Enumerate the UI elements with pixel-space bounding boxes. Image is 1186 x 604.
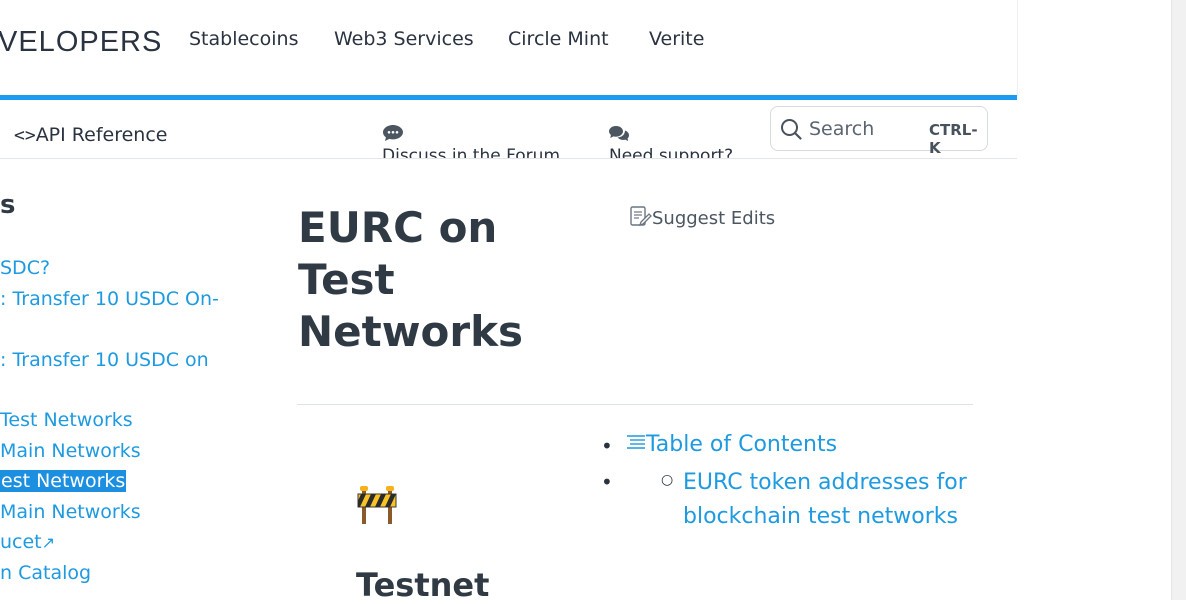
nav-verite[interactable]: Verite (649, 28, 704, 50)
sidebar-item-catalog[interactable]: n Catalog (0, 562, 91, 584)
nav-web3-services[interactable]: Web3 Services (334, 28, 474, 50)
sidebar-item-usdc-test-networks[interactable]: Test Networks (0, 409, 133, 431)
search-placeholder: Search (809, 118, 875, 140)
top-header: VELOPERS Stablecoins Web3 Services Circl… (0, 0, 1018, 96)
toc-sub-bullet: ○ (661, 472, 674, 488)
sidebar-item-eurc-main-networks[interactable]: Main Networks (0, 501, 141, 523)
sidebar-heading: s (0, 190, 16, 220)
api-reference-label: API Reference (35, 124, 168, 146)
nav-stablecoins[interactable]: Stablecoins (189, 28, 298, 50)
sidebar-item-faucet-label: ucet (0, 531, 42, 553)
section-heading-testnet: Testnet (356, 566, 490, 604)
sidebar-item-transfer-onchain[interactable]: : Transfer 10 USDC On- (0, 288, 219, 310)
page-title: EURC on Test Networks (298, 203, 524, 356)
toc-bullet: • (601, 434, 613, 458)
toc-eurc-addresses-link[interactable]: EURC token addresses for blockchain test… (683, 466, 968, 534)
sidebar-item-eurc-test-networks-active[interactable]: est Networks (0, 470, 127, 492)
discuss-forum-link[interactable]: Discuss in the Forum (382, 146, 560, 158)
suggest-edits-button[interactable]: Suggest Edits (628, 204, 775, 233)
search-shortcut: CTRL-K (929, 121, 978, 157)
sidebar-item-transfer-on[interactable]: : Transfer 10 USDC on (0, 349, 209, 371)
sidebar-item-usdc-main-networks[interactable]: Main Networks (0, 440, 141, 462)
toc-bullet: • (601, 470, 613, 494)
toc-title-label: Table of Contents (646, 432, 838, 457)
edit-document-icon (628, 204, 652, 233)
brand-logo-text[interactable]: VELOPERS (0, 26, 162, 59)
external-link-icon: ↗ (41, 533, 56, 552)
code-brackets-icon: <> (14, 125, 36, 146)
toc-title-link[interactable]: Table of Contents (626, 432, 837, 458)
search-icon (780, 118, 802, 144)
api-reference-link[interactable]: <>API Reference (14, 124, 167, 146)
suggest-edits-label: Suggest Edits (652, 208, 776, 229)
forum-icon (382, 124, 404, 146)
need-support-link[interactable]: Need support? (609, 146, 733, 158)
sidebar-item-what-is-usdc[interactable]: SDC? (0, 257, 50, 279)
sidebar-item-faucet[interactable]: ucet↗ (0, 531, 55, 553)
nav-circle-mint[interactable]: Circle Mint (508, 28, 609, 50)
title-divider (297, 404, 973, 405)
list-lines-icon (626, 433, 646, 458)
construction-barrier-icon (357, 486, 397, 528)
search-box[interactable]: Search CTRL-K (770, 106, 988, 157)
support-chat-icon (608, 124, 630, 146)
page-scrollbar[interactable] (1171, 0, 1186, 600)
